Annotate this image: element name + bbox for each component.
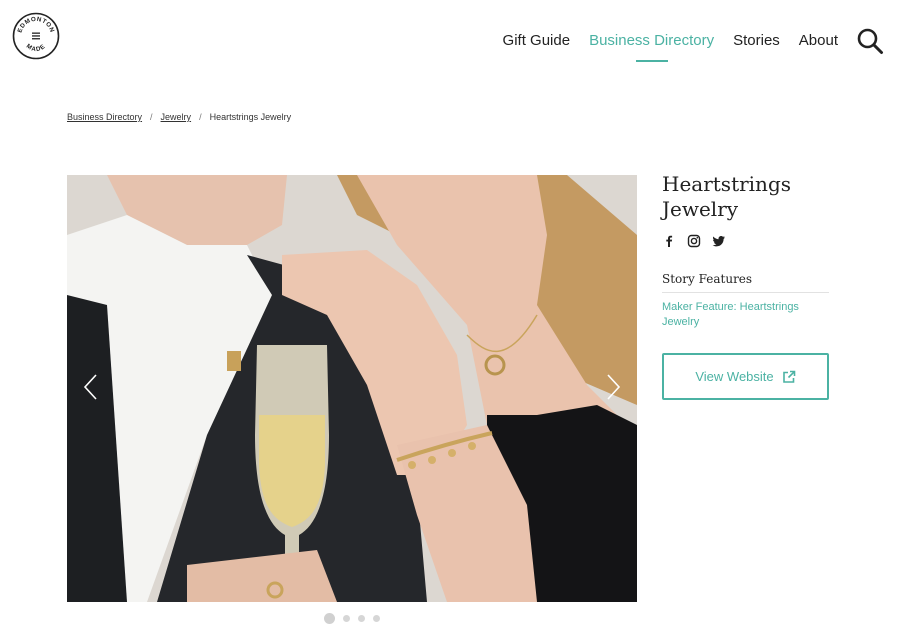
product-photo (67, 175, 637, 602)
story-features-heading: Story Features (662, 272, 829, 293)
social-links (662, 234, 832, 248)
nav-business-directory[interactable]: Business Directory (589, 32, 714, 50)
search-icon[interactable] (856, 27, 884, 55)
carousel-photo[interactable] (67, 175, 637, 602)
breadcrumb-separator: / (199, 112, 202, 122)
main-nav: Gift Guide Business Directory Stories Ab… (484, 27, 884, 55)
carousel-prev-button[interactable] (80, 372, 104, 402)
breadcrumb-separator: / (150, 112, 153, 122)
breadcrumb-jewelry[interactable]: Jewelry (161, 112, 192, 122)
carousel-dot-1[interactable] (324, 613, 335, 624)
breadcrumb: Business Directory / Jewelry / Heartstri… (67, 112, 291, 122)
carousel-next-button[interactable] (600, 372, 624, 402)
view-website-label: View Website (695, 369, 774, 384)
business-name-line-1: Heartstrings (662, 172, 792, 196)
nav-stories[interactable]: Stories (733, 32, 780, 50)
maker-feature-link[interactable]: Maker Feature: Heartstrings Jewelry (662, 300, 822, 330)
nav-gift-guide[interactable]: Gift Guide (503, 32, 571, 50)
carousel-dot-3[interactable] (358, 615, 365, 622)
breadcrumb-business-directory[interactable]: Business Directory (67, 112, 142, 122)
breadcrumb-current: Heartstrings Jewelry (209, 112, 292, 122)
carousel-dots (324, 613, 388, 624)
edmonton-made-logo[interactable]: EDMONTON MADE (12, 12, 60, 60)
svg-text:MADE: MADE (25, 43, 47, 54)
external-link-icon (782, 370, 795, 383)
nav-about[interactable]: About (799, 32, 838, 50)
logo-text-bottom: MADE (25, 43, 46, 54)
twitter-icon[interactable] (712, 234, 726, 248)
facebook-icon[interactable] (662, 234, 676, 248)
carousel-dot-4[interactable] (373, 615, 380, 622)
business-info-panel: Heartstrings Jewelry Story Features Make… (662, 172, 832, 400)
instagram-icon[interactable] (687, 234, 701, 248)
business-name-line-2: Jewelry (662, 197, 739, 221)
chevron-left-icon (83, 374, 97, 400)
view-website-button[interactable]: View Website (662, 353, 829, 400)
chevron-right-icon (607, 374, 621, 400)
business-name: Heartstrings Jewelry (662, 172, 832, 222)
carousel-dot-2[interactable] (343, 615, 350, 622)
